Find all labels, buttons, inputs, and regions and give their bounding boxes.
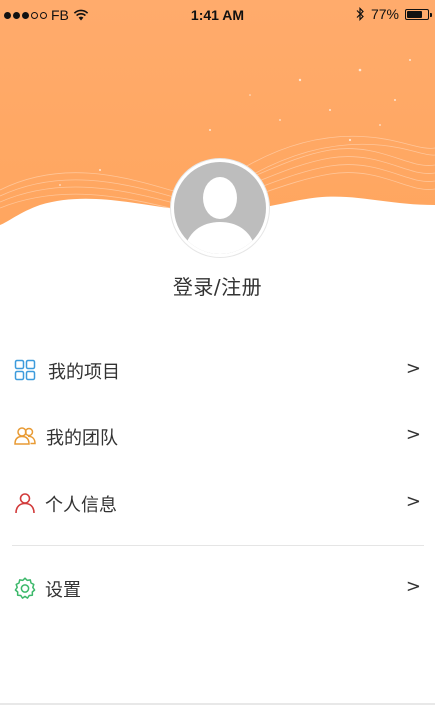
login-register-link[interactable]: 登录/注册	[0, 271, 435, 300]
menu-item-my-projects[interactable]: 我的项目 >	[0, 344, 435, 394]
chevron-right-icon: >	[405, 491, 421, 512]
menu-item-settings[interactable]: 设置 >	[0, 562, 435, 612]
status-right: 77%	[355, 6, 432, 22]
chevron-right-icon: >	[405, 424, 421, 445]
menu-item-personal-info[interactable]: 个人信息 >	[0, 477, 435, 527]
avatar[interactable]	[171, 159, 269, 257]
battery-level-fill	[407, 10, 423, 18]
gear-icon	[14, 577, 36, 599]
chevron-right-icon: >	[405, 358, 421, 379]
team-icon	[14, 427, 36, 445]
bluetooth-icon	[356, 7, 364, 21]
battery-icon	[405, 8, 432, 20]
menu-item-my-team[interactable]: 我的团队 >	[0, 410, 435, 460]
status-bar: FB 1:41 AM 77%	[0, 0, 435, 30]
menu-item-label: 个人信息	[45, 495, 117, 516]
grid-icon	[14, 359, 36, 381]
menu-divider	[12, 545, 424, 546]
menu-item-label: 我的团队	[46, 428, 118, 449]
default-user-avatar-icon	[174, 162, 266, 254]
person-icon	[15, 493, 35, 514]
menu-item-label: 设置	[45, 580, 81, 601]
battery-percent: 77%	[370, 6, 399, 22]
chevron-right-icon: >	[405, 576, 421, 597]
menu-item-label: 我的项目	[48, 362, 120, 383]
